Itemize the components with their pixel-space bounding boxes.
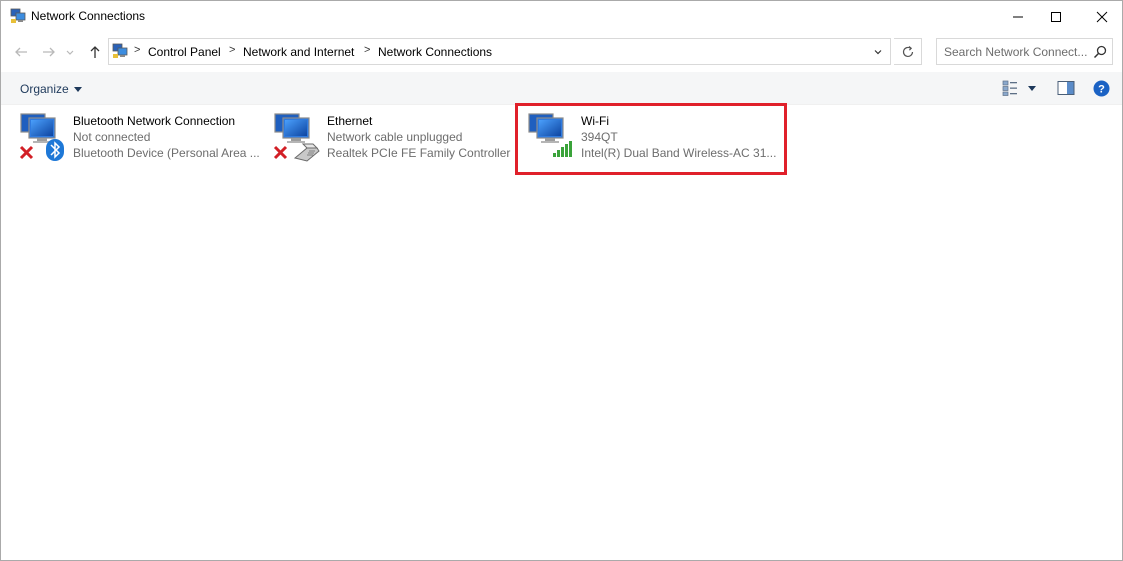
search-icon[interactable] (1092, 44, 1108, 60)
connection-item-bluetooth[interactable]: Bluetooth Network Connection Not connect… (19, 108, 264, 168)
connection-item-ethernet[interactable]: Ethernet Network cable unplugged Realtek… (273, 108, 513, 168)
connection-name: Ethernet (327, 114, 373, 128)
connection-text: Ethernet Network cable unplugged Realtek… (327, 113, 510, 161)
refresh-button[interactable] (894, 38, 922, 65)
arrow-up-icon (90, 46, 100, 58)
address-row: > Control Panel > Network and Internet >… (1, 32, 1122, 72)
control-panel-icon (112, 43, 128, 59)
recent-locations-button[interactable] (63, 42, 77, 62)
arrow-left-icon (15, 47, 27, 57)
search-box[interactable] (936, 38, 1113, 65)
connection-name: Bluetooth Network Connection (73, 114, 236, 128)
help-icon[interactable]: ? (1093, 80, 1110, 97)
view-options-dropdown[interactable] (1028, 86, 1036, 91)
wifi-highlight-box (515, 103, 787, 175)
window-title: Network Connections (31, 9, 146, 23)
maximize-button[interactable] (1037, 1, 1074, 32)
svg-text:?: ? (1098, 84, 1105, 96)
close-icon (1096, 11, 1107, 22)
connection-device: Bluetooth Device (Personal Area ... (73, 146, 260, 160)
title-bar[interactable]: Network Connections (1, 1, 1122, 32)
chevron-down-icon (66, 50, 74, 55)
close-button[interactable] (1083, 1, 1120, 32)
bluetooth-network-icon (19, 108, 71, 162)
minimize-button[interactable] (999, 1, 1036, 32)
connection-status: Network cable unplugged (327, 130, 463, 144)
minimize-icon (1012, 16, 1023, 17)
breadcrumb-control-panel[interactable]: Control Panel (148, 45, 221, 59)
forward-button[interactable] (39, 42, 59, 62)
breadcrumb-network-and-internet[interactable]: Network and Internet (243, 45, 354, 59)
address-history-dropdown[interactable] (865, 39, 891, 64)
refresh-icon (902, 45, 913, 57)
breadcrumb-separator[interactable]: > (229, 44, 235, 56)
search-input[interactable] (944, 44, 1089, 60)
organize-label: Organize (20, 82, 69, 96)
breadcrumb-separator[interactable]: > (364, 44, 370, 56)
command-bar: Organize ? (1, 72, 1122, 105)
arrow-right-icon (43, 47, 55, 57)
preview-pane-icon[interactable] (1057, 80, 1075, 96)
breadcrumb-separator[interactable]: > (134, 44, 140, 56)
connection-text: Bluetooth Network Connection Not connect… (73, 113, 260, 161)
back-button[interactable] (11, 42, 31, 62)
address-bar[interactable]: > Control Panel > Network and Internet >… (108, 38, 891, 65)
breadcrumb-network-connections[interactable]: Network Connections (378, 45, 492, 59)
caret-down-icon (73, 86, 82, 92)
up-button[interactable] (85, 42, 105, 62)
chevron-down-icon (874, 49, 882, 54)
connection-device: Realtek PCIe FE Family Controller (327, 146, 511, 160)
network-connections-app-icon (10, 8, 26, 24)
connection-status: Not connected (73, 130, 151, 144)
maximize-icon (1050, 11, 1061, 22)
ethernet-network-icon (273, 108, 325, 162)
change-view-icon[interactable] (1001, 79, 1019, 97)
organize-menu-button[interactable]: Organize (12, 79, 90, 99)
network-connections-window: Network Connections > Control Panel > Ne… (0, 0, 1123, 561)
